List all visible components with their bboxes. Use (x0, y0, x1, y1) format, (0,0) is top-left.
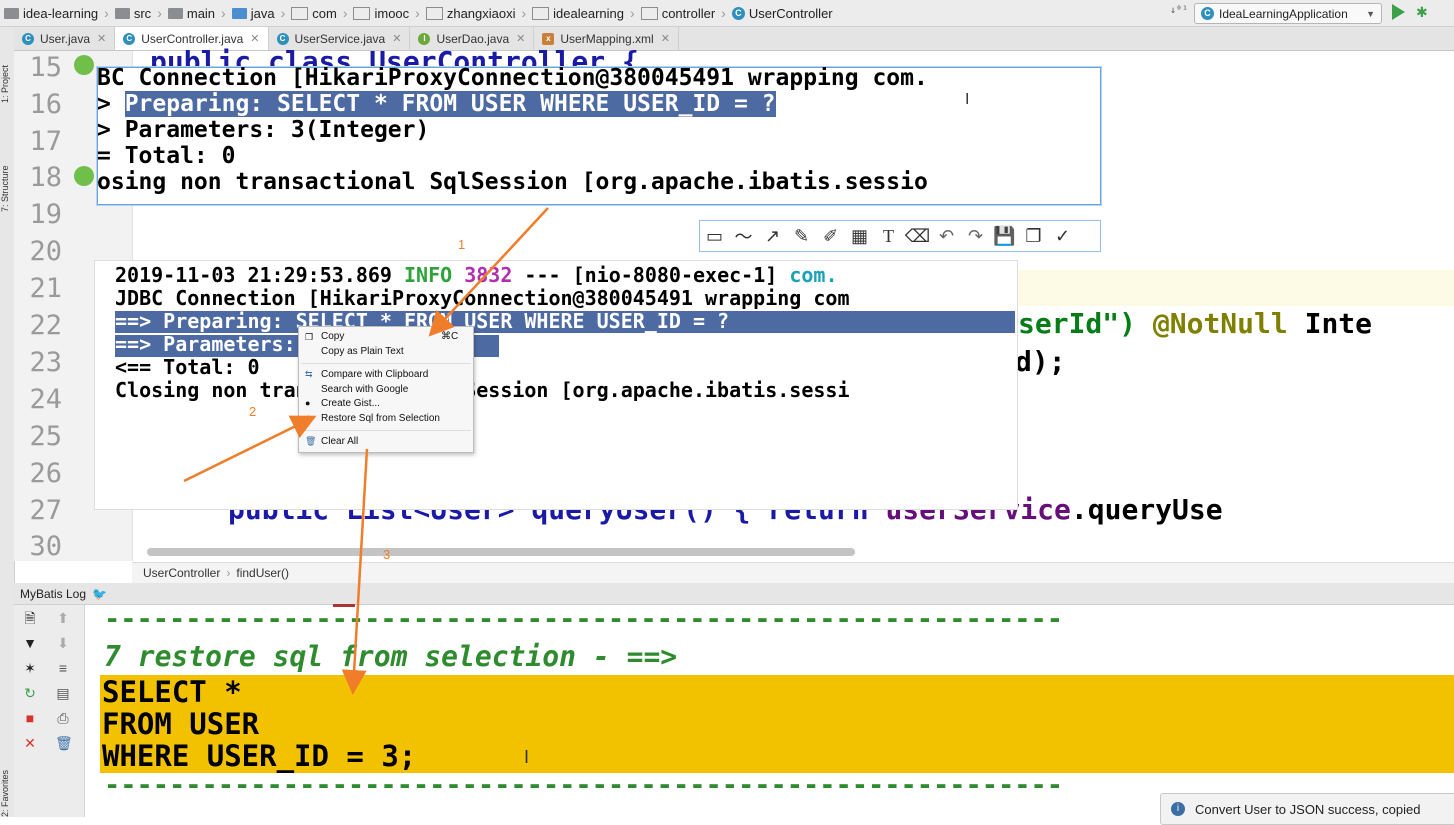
arrow-2 (183, 415, 317, 483)
step-number-3: 3 (383, 547, 391, 562)
step-number-2: 2 (249, 404, 257, 419)
arrow-3 (341, 448, 369, 695)
notification-text: Convert User to JSON success, copied (1195, 801, 1421, 817)
notification-toast[interactable]: i Convert User to JSON success, copied (1160, 793, 1454, 825)
step-number-1: 1 (458, 237, 466, 252)
arrow-1 (428, 207, 549, 337)
info-icon: i (1171, 802, 1185, 816)
annotation-arrows (183, 207, 549, 695)
